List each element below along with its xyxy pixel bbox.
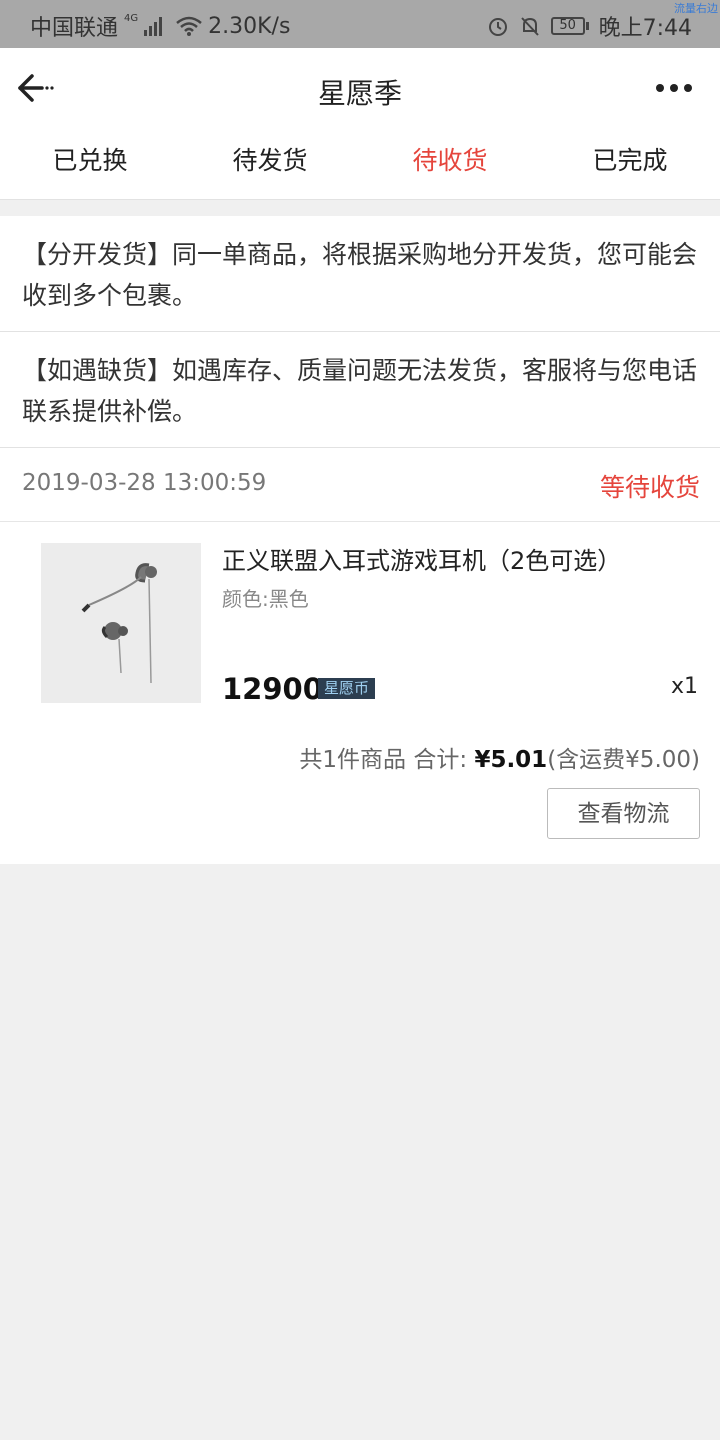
notice-split-shipment: 【分开发货】同一单商品，将根据采购地分开发货，您可能会收到多个包裹。	[0, 216, 720, 332]
network-speed: 2.30K/s	[208, 13, 291, 39]
view-logistics-button[interactable]: 查看物流	[547, 788, 700, 839]
carrier-label: 中国联通	[30, 16, 119, 41]
summary-count: 共1件商品 合计:	[299, 747, 468, 773]
summary-shipping: (含运费¥5.00)	[547, 747, 700, 773]
order-status: 等待收货	[599, 473, 700, 502]
product-price: 12900	[222, 672, 323, 706]
order-summary: 共1件商品 合计: ¥5.01(含运费¥5.00)	[299, 740, 700, 774]
more-options-icon[interactable]	[656, 84, 692, 92]
mute-bell-icon	[520, 17, 539, 36]
alarm-icon	[488, 18, 507, 36]
notice-out-of-stock: 【如遇缺货】如遇库存、质量问题无法发货，客服将与您电话联系提供补偿。	[0, 332, 720, 448]
corner-label: 流量右边	[674, 2, 718, 15]
order-datetime: 2019-03-28 13:00:59	[22, 470, 267, 496]
signal-icon	[144, 16, 163, 36]
product-variant: 颜色:黑色	[222, 587, 309, 611]
product-name[interactable]: 正义联盟入耳式游戏耳机（2色可选）	[222, 541, 621, 576]
battery-level: 50	[550, 17, 585, 35]
product-quantity: x1	[670, 674, 698, 699]
order-status-tabs: 已兑换 待发货 待收货 已完成	[0, 130, 720, 200]
app-header: 星愿季	[0, 48, 720, 130]
product-image[interactable]	[41, 543, 201, 703]
network-type: 4G	[124, 12, 139, 24]
summary-total: ¥5.01	[474, 747, 548, 773]
tab-completed[interactable]: 已完成	[540, 130, 720, 199]
currency-badge: 星愿币	[318, 678, 376, 699]
status-bar: 中国联通 4G 2.30K/s 50 晚上7:44 流量右边	[0, 0, 720, 48]
tab-to-ship[interactable]: 待发货	[180, 130, 360, 199]
tab-redeemed[interactable]: 已兑换	[0, 130, 180, 199]
page-title: 星愿季	[317, 77, 402, 110]
tab-to-receive[interactable]: 待收货	[360, 130, 540, 199]
battery-icon: 50	[550, 17, 589, 35]
wifi-icon	[176, 16, 202, 36]
order-card[interactable]: 2019-03-28 13:00:59 等待收货 正义联盟入耳式游戏耳机（2色可…	[0, 448, 720, 864]
divider	[0, 521, 720, 522]
